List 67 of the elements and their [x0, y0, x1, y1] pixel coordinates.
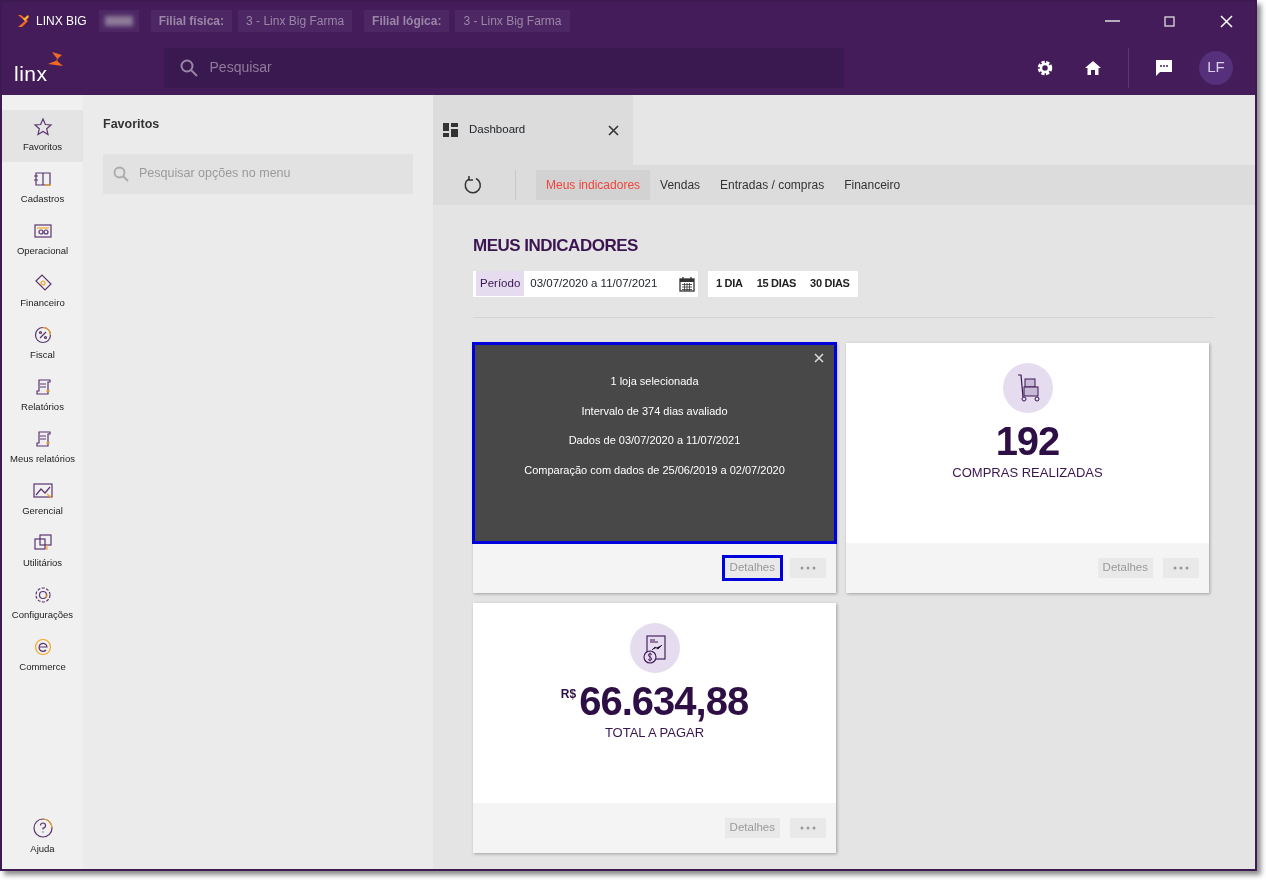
range-button[interactable]: 1 DIA: [712, 275, 747, 292]
tab[interactable]: Vendas: [650, 170, 711, 200]
logo-icon: [16, 14, 30, 28]
help-icon: [31, 817, 54, 840]
help-button[interactable]: Ajuda: [2, 811, 83, 863]
close-icon: [814, 352, 824, 363]
app-name: LINX BIG: [36, 13, 87, 30]
settings-icon: [1036, 58, 1054, 77]
letter-e-icon: [32, 637, 53, 658]
sidebar-item[interactable]: Configurações: [2, 578, 83, 630]
close-button[interactable]: [812, 350, 826, 365]
percent-icon: [32, 325, 53, 346]
calendar-icon: [679, 275, 695, 292]
chat-icon: [1155, 58, 1173, 77]
more-icon: [1173, 565, 1189, 570]
search-input[interactable]: Pesquisar: [207, 56, 844, 79]
field-label: Filial lógica:: [364, 10, 450, 32]
section-heading: MEUS INDICADORES: [473, 235, 639, 257]
star-icon: [32, 117, 53, 138]
sidebar-item[interactable]: Relatórios: [2, 370, 83, 422]
document-tab[interactable]: Dashboard: [433, 95, 633, 165]
indicator-value: 192: [995, 418, 1060, 463]
indicator-value: 66.634,88: [579, 678, 749, 723]
sidebar-item[interactable]: Gerencial: [2, 474, 83, 526]
sidebar-item[interactable]: Commerce: [2, 630, 83, 682]
field-value: 3 - Linx Big Farma: [238, 10, 353, 32]
home-icon: [1084, 59, 1102, 76]
menu-search-field[interactable]: Pesquisar opções no menu: [103, 153, 413, 194]
info-text: Intervalo de 374 dias avaliado: [581, 403, 728, 419]
currency-symbol: R$: [560, 685, 577, 703]
dashboard-icon: [443, 123, 459, 137]
info-text: Comparação com dados de 25/06/2019 a 02/07/2020: [524, 462, 785, 478]
search-field[interactable]: Pesquisar: [163, 47, 844, 88]
menu-search-input[interactable]: Pesquisar opções no menu: [137, 163, 413, 185]
more-icon: [800, 565, 816, 570]
tab-title: Dashboard: [469, 122, 527, 138]
close-icon: [1219, 13, 1234, 29]
field-label: Filial física:: [150, 10, 233, 32]
range-button[interactable]: 30 DIAS: [806, 275, 854, 292]
tab[interactable]: Entradas / compras: [710, 170, 835, 200]
sidebar-item[interactable]: Cadastros: [2, 162, 83, 214]
field-value: 3 - Linx Big Farma: [455, 10, 570, 32]
sidebar-item[interactable]: Utilitários: [2, 526, 83, 578]
sidebar-item[interactable]: Financeiro: [2, 266, 83, 318]
minimize-icon: [1105, 20, 1120, 22]
sidebar-item[interactable]: Operacional: [2, 214, 83, 266]
search-icon: [179, 58, 198, 77]
info-text: 1 loja selecionada: [610, 374, 699, 389]
logo-text: linx: [14, 62, 48, 84]
maximize-icon: [1162, 13, 1177, 29]
more-icon: [800, 825, 816, 830]
refresh-icon: [463, 175, 483, 195]
indicator-label: COMPRAS REALIZADAS: [952, 463, 1103, 482]
panel-title: Favoritos: [103, 116, 161, 133]
sidebar-item[interactable]: Fiscal: [2, 318, 83, 370]
search-icon: [113, 165, 129, 182]
period-field[interactable]: Período 03/07/2020 a 11/07/2021: [473, 270, 698, 297]
field-label: Período: [476, 270, 525, 297]
sidebar-item[interactable]: Meus relatórios: [2, 422, 83, 474]
close-icon: [608, 124, 619, 136]
tab[interactable]: Financeiro: [834, 170, 911, 200]
sidebar-item[interactable]: Favoritos: [2, 110, 83, 162]
user-avatar[interactable]: LF: [1199, 50, 1233, 85]
date-range: 03/07/2020 a 11/07/2021: [530, 275, 659, 291]
info-text: Dados de 03/07/2020 a 11/07/2021: [568, 433, 741, 448]
range-button[interactable]: 15 DIAS: [752, 275, 801, 292]
indicator-label: TOTAL A PAGAR: [604, 723, 705, 742]
